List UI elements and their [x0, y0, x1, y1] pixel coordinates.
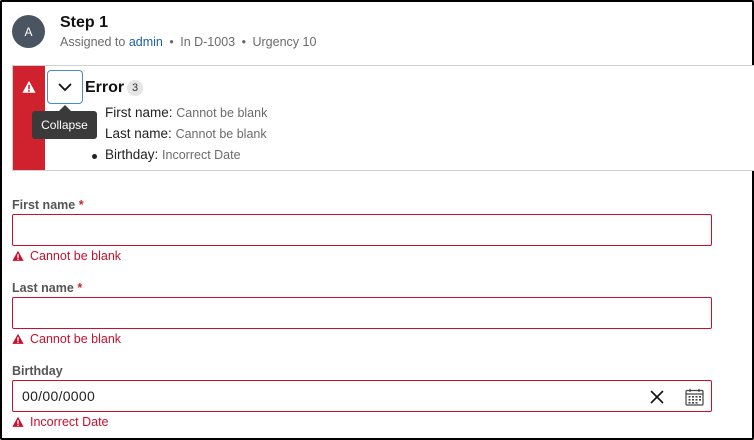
- birthday-error-text: Incorrect Date: [30, 415, 109, 429]
- warning-icon: [22, 80, 36, 93]
- step-meta: Assigned to admin • In D-1003 • Urgency …: [60, 35, 316, 49]
- warning-icon: [12, 250, 24, 261]
- error-banner-title: Error: [85, 79, 125, 96]
- last-name-error-text: Cannot be blank: [30, 332, 122, 346]
- error-list-item[interactable]: Birthday: Incorrect Date: [91, 147, 267, 168]
- assigned-prefix: Assigned to: [60, 35, 126, 49]
- separator-dot: •: [169, 35, 174, 49]
- birthday-date-value[interactable]: 00/00/0000: [22, 388, 95, 404]
- birthday-label: Birthday: [12, 364, 63, 378]
- error-list-item[interactable]: Last name: Cannot be blank: [105, 126, 267, 147]
- clear-date-button[interactable]: [647, 387, 667, 407]
- assignee-link[interactable]: admin: [129, 35, 163, 49]
- required-mark: *: [78, 198, 84, 212]
- birthday-error: Incorrect Date: [12, 415, 109, 429]
- first-name-label: First name *: [12, 198, 84, 212]
- case-id: In D-1003: [180, 35, 236, 49]
- collapse-tooltip: Collapse: [32, 105, 97, 139]
- error-list-item[interactable]: First name: Cannot be blank: [105, 105, 267, 126]
- error-message: Cannot be blank: [176, 106, 268, 120]
- error-message: Incorrect Date: [162, 148, 241, 162]
- error-count-badge: 3: [127, 80, 143, 96]
- first-name-error-text: Cannot be blank: [30, 249, 122, 263]
- calendar-icon: [684, 388, 704, 406]
- last-name-input[interactable]: [13, 298, 711, 328]
- first-name-field[interactable]: [12, 214, 712, 246]
- birthday-label-text: Birthday: [12, 364, 63, 378]
- close-icon: [650, 390, 664, 404]
- required-mark: *: [77, 281, 83, 295]
- first-name-label-text: First name: [12, 198, 76, 212]
- error-message: Cannot be blank: [175, 127, 267, 141]
- chevron-down-icon: [58, 83, 72, 91]
- warning-icon: [12, 416, 24, 427]
- error-field-name: Last name:: [105, 126, 172, 141]
- warning-icon: [12, 333, 24, 344]
- last-name-error: Cannot be blank: [12, 332, 121, 346]
- open-calendar-button[interactable]: [683, 386, 705, 408]
- first-name-error: Cannot be blank: [12, 249, 121, 263]
- birthday-field[interactable]: 00/00/0000: [12, 380, 712, 412]
- urgency: Urgency 10: [252, 35, 317, 49]
- collapse-button[interactable]: [47, 70, 83, 104]
- last-name-label: Last name *: [12, 281, 82, 295]
- last-name-label-text: Last name: [12, 281, 74, 295]
- separator-dot: •: [241, 35, 246, 49]
- last-name-field[interactable]: [12, 297, 712, 329]
- avatar: A: [12, 15, 45, 48]
- error-banner: Error 3 First name: Cannot be blank Last…: [12, 65, 754, 171]
- error-field-name: First name:: [105, 105, 173, 120]
- step-title: Step 1: [60, 14, 109, 31]
- error-field-name: Birthday:: [105, 147, 159, 162]
- first-name-input[interactable]: [13, 215, 711, 245]
- error-list: First name: Cannot be blank Last name: C…: [91, 105, 267, 168]
